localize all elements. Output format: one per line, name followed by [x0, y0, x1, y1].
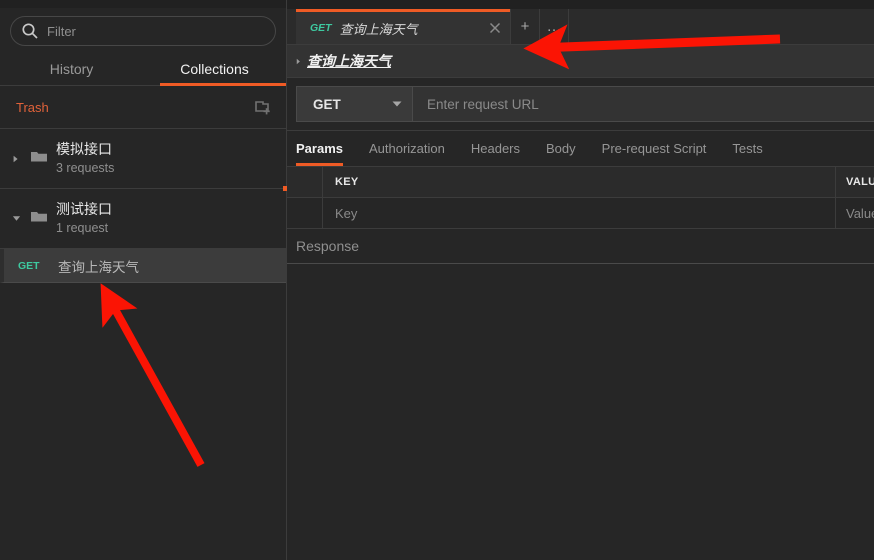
main-panel: GET 查询上海天气 + … 查询上海天气 GET Enter request …: [287, 0, 874, 560]
trash-label: Trash: [16, 99, 49, 115]
url-bar-wrapper: GET: [287, 78, 874, 131]
sidebar-request-item[interactable]: GET 查询上海天气: [0, 249, 286, 283]
response-section-header: Response: [287, 229, 874, 264]
request-url-input[interactable]: [413, 87, 874, 121]
tab-tests-label: Tests: [732, 141, 763, 156]
tab-body-label: Body: [546, 141, 576, 156]
main-top-strip: [287, 0, 874, 9]
tab-tests[interactable]: Tests: [732, 131, 762, 166]
tab-headers-label: Headers: [470, 141, 521, 156]
tab-pre-request-script[interactable]: Pre-request Script: [602, 131, 707, 166]
tab-options-button-label: …: [546, 18, 562, 35]
filter-input[interactable]: [47, 23, 265, 39]
tab-authorization-label: Authorization: [368, 141, 445, 156]
collection-text-1: 模拟接口 3 requests: [56, 141, 114, 176]
new-collection-icon[interactable]: [254, 98, 272, 116]
header-key-cell: KEY: [323, 167, 836, 197]
sidebar-tabs: History Collections: [0, 55, 287, 86]
url-bar: GET: [296, 86, 874, 122]
header-value-cell: VALUE: [836, 167, 874, 197]
sidebar-tab-history-label: History: [49, 61, 94, 77]
tab-method-label: GET: [310, 22, 332, 34]
chevron-down-icon[interactable]: [392, 95, 402, 113]
row-value-cell[interactable]: Value: [836, 198, 874, 228]
tab-actions-group: + …: [510, 9, 569, 44]
search-icon: [21, 22, 39, 40]
column-header-key: KEY: [335, 176, 359, 188]
request-method-badge: GET: [18, 259, 40, 272]
sidebar-tab-collections-label: Collections: [180, 61, 249, 77]
tab-params[interactable]: Params: [296, 131, 343, 166]
sidebar-top-strip: [0, 0, 286, 8]
page-title: 查询上海天气: [307, 53, 391, 69]
chevron-down-icon[interactable]: [8, 214, 24, 223]
method-select-value: GET: [313, 96, 341, 112]
tab-title-label: 查询上海天气: [339, 21, 418, 37]
tab-authorization[interactable]: Authorization: [369, 131, 445, 166]
open-request-tab[interactable]: GET 查询上海天气: [296, 9, 511, 44]
row-checkbox-cell[interactable]: [287, 198, 323, 228]
collection-text-2: 测试接口 1 request: [56, 201, 112, 236]
tab-pre-request-script-label: Pre-request Script: [601, 141, 707, 156]
new-tab-button[interactable]: +: [510, 9, 540, 44]
breadcrumb[interactable]: 查询上海天气: [287, 45, 874, 78]
params-table: KEY VALUE Key Value: [287, 167, 874, 229]
chevron-right-icon[interactable]: [8, 155, 24, 163]
value-input-placeholder: Value: [846, 205, 874, 221]
filter-field-wrapper[interactable]: [10, 16, 276, 46]
header-checkbox-cell: [287, 167, 323, 197]
collection-name: 模拟接口: [56, 141, 112, 157]
trash-row[interactable]: Trash: [0, 86, 286, 129]
request-tab-bar: GET 查询上海天气 + …: [287, 9, 874, 45]
folder-icon: [30, 209, 48, 228]
request-detail-tabs: Params Authorization Headers Body Pre-re…: [287, 131, 874, 167]
row-key-cell[interactable]: Key: [323, 198, 836, 228]
collection-request-count: 3 requests: [56, 161, 115, 175]
tab-body[interactable]: Body: [546, 131, 576, 166]
tab-params-label: Params: [296, 141, 343, 156]
sidebar-tab-collections[interactable]: Collections: [143, 55, 287, 86]
chevron-right-icon[interactable]: [295, 58, 302, 65]
collection-request-count: 1 request: [56, 221, 109, 235]
close-icon[interactable]: [488, 21, 502, 35]
postman-window: History Collections Trash: [0, 0, 874, 560]
column-header-value: VALUE: [846, 176, 874, 188]
collection-row-2[interactable]: 测试接口 1 request: [0, 189, 286, 249]
collection-name: 测试接口: [56, 201, 112, 217]
tab-options-button[interactable]: …: [539, 9, 569, 44]
method-select[interactable]: GET: [297, 87, 413, 121]
tab-headers[interactable]: Headers: [471, 131, 520, 166]
params-table-row[interactable]: Key Value: [287, 198, 874, 229]
folder-icon: [30, 149, 48, 168]
key-input-placeholder: Key: [335, 205, 358, 221]
collection-row-1[interactable]: 模拟接口 3 requests: [0, 129, 286, 189]
request-name-label: 查询上海天气: [58, 259, 139, 275]
params-table-header-row: KEY VALUE: [287, 167, 874, 198]
sidebar-tab-history[interactable]: History: [0, 55, 143, 85]
response-label: Response: [296, 238, 360, 254]
new-tab-button-label: +: [520, 18, 530, 35]
sidebar: History Collections Trash: [0, 0, 290, 560]
